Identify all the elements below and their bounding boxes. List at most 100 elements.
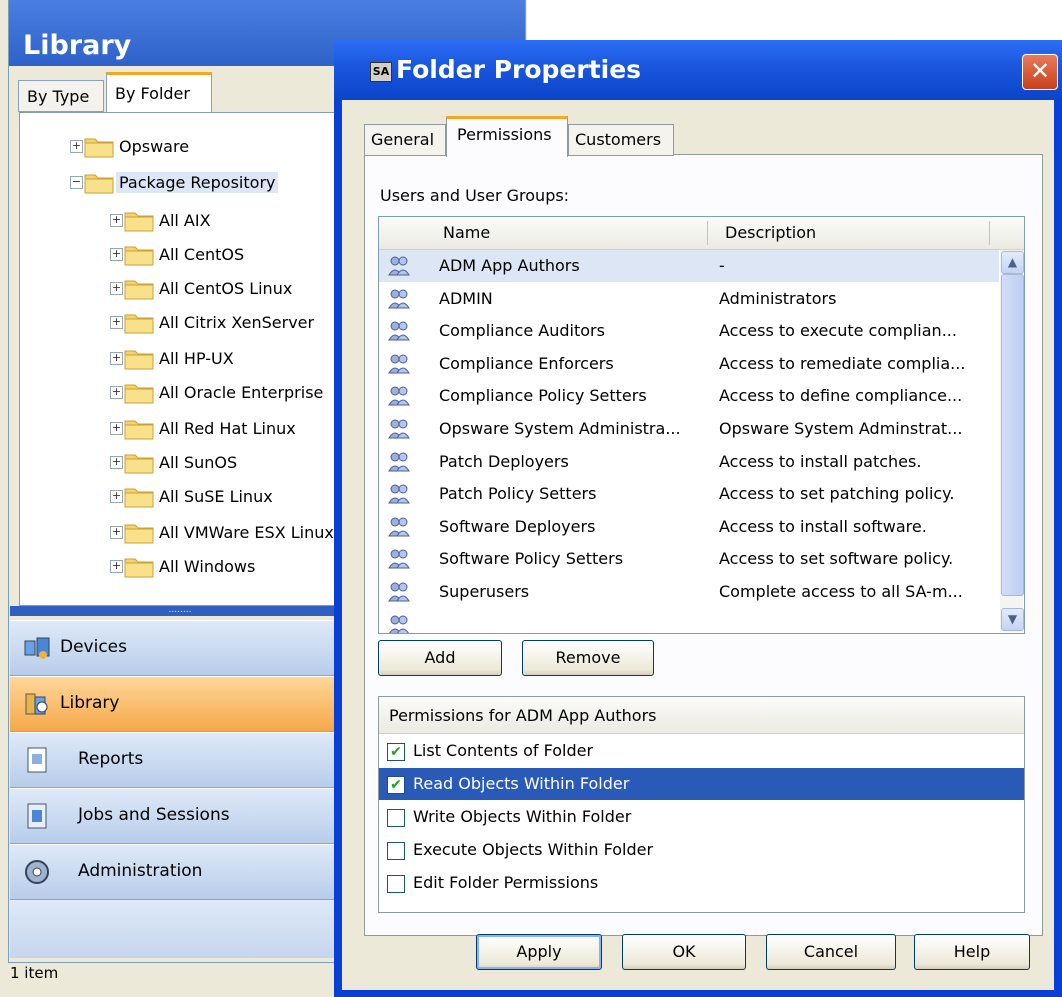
add-button[interactable]: Add (378, 640, 502, 676)
table-row[interactable]: Compliance Enforcers Access to remediate … (379, 348, 999, 380)
table-row[interactable]: Compliance Policy Setters Access to defin… (379, 380, 999, 412)
expand-icon[interactable]: + (110, 456, 123, 469)
row-name: Software Policy Setters (439, 549, 624, 569)
permissions-panel: Permissions for ADM App Authors ✔ List Co… (378, 696, 1025, 913)
expand-icon[interactable]: + (110, 248, 123, 261)
table-row[interactable]: Compliance Auditors Access to execute com… (379, 315, 999, 347)
folder-icon (84, 134, 114, 158)
expand-icon[interactable]: + (110, 214, 123, 227)
permission-row[interactable]: Execute Objects Within Folder (379, 834, 1024, 866)
cancel-button[interactable]: Cancel (766, 934, 896, 970)
table-row[interactable]: Opsware System Administra... Opsware Syst… (379, 413, 999, 445)
row-description: Access to set software policy. (719, 549, 954, 569)
folder-icon (124, 346, 154, 370)
permission-row[interactable]: Write Objects Within Folder (379, 801, 1024, 833)
tree-node-label: All Citrix XenServer (159, 313, 315, 332)
expand-icon[interactable]: + (110, 316, 123, 329)
tab-customers-label: Customers (575, 130, 662, 149)
scroll-thumb[interactable] (1001, 274, 1024, 596)
permission-checkbox[interactable] (387, 875, 405, 893)
reports-icon (22, 745, 52, 775)
administration-icon (22, 857, 52, 887)
dialog-titlebar[interactable]: SA Folder Properties ✕ (334, 40, 1062, 100)
tab-permissions[interactable]: Permissions (446, 116, 568, 157)
nav-jobs-and-sessions-button[interactable]: Jobs and Sessions (10, 788, 350, 844)
row-description: Access to define compliance... (719, 386, 963, 406)
tab-general[interactable]: General (364, 124, 446, 156)
table-row[interactable]: ADMIN Administrators (379, 283, 999, 315)
expand-icon[interactable]: + (110, 526, 123, 539)
users-table: Name Description ADM App Authors - ADMIN Ad… (378, 216, 1025, 634)
permissions-header-label: Permissions for ADM App Authors (389, 706, 657, 725)
row-name: Compliance Policy Setters (439, 386, 647, 406)
tab-customers[interactable]: Customers (568, 124, 674, 156)
tab-by-type[interactable]: By Type (18, 80, 104, 112)
permission-row[interactable]: ✔ Read Objects Within Folder (379, 768, 1024, 800)
expand-icon[interactable]: + (110, 386, 123, 399)
user-group-icon (387, 320, 411, 342)
folder-tree[interactable]: + Opsware − Package Repository + All AIX + All … (19, 112, 351, 606)
nav-administration-button[interactable]: Administration (10, 844, 350, 900)
close-button[interactable]: ✕ (1022, 54, 1058, 90)
user-group-icon (387, 451, 411, 473)
help-button[interactable]: Help (914, 934, 1030, 970)
tree-node-label: All AIX (159, 211, 211, 230)
apply-button[interactable]: Apply (476, 934, 602, 970)
column-divider[interactable] (707, 221, 708, 245)
tree-node-label: All Windows (159, 557, 256, 576)
expand-icon[interactable]: + (110, 422, 123, 435)
expand-icon[interactable]: + (110, 352, 123, 365)
folder-icon (124, 276, 154, 300)
expand-icon[interactable]: + (70, 140, 83, 153)
table-row[interactable]: Patch Policy Setters Access to set patchi… (379, 478, 999, 510)
tab-by-folder-label: By Folder (115, 84, 190, 103)
row-description: Administrators (719, 288, 837, 308)
nav-label: Administration (78, 861, 203, 881)
tree-node-label: All SuSE Linux (159, 487, 273, 506)
table-row[interactable]: ADM App Authors - (379, 250, 999, 282)
folder-icon (124, 484, 154, 508)
permission-checkbox[interactable]: ✔ (387, 776, 405, 794)
expand-icon[interactable]: + (110, 282, 123, 295)
folder-icon (124, 450, 154, 474)
library-icon (22, 689, 52, 719)
permission-checkbox[interactable]: ✔ (387, 743, 405, 761)
tree-node-label: Opsware (119, 137, 190, 156)
collapse-icon[interactable]: − (70, 176, 83, 189)
library-title: Library (23, 30, 132, 61)
expand-icon[interactable]: + (110, 560, 123, 573)
vertical-scrollbar[interactable]: ▲ ▼ (1000, 250, 1024, 632)
dialog-title: Folder Properties (396, 55, 642, 84)
remove-button[interactable]: Remove (522, 640, 654, 676)
table-row[interactable]: Software Policy Setters Access to set sof… (379, 543, 999, 575)
scroll-down-button[interactable]: ▼ (1001, 608, 1024, 631)
row-description: Complete access to all SA-m... (719, 582, 963, 601)
row-name: Compliance Enforcers (439, 353, 614, 373)
tree-node-label: All Oracle Enterprise (159, 383, 324, 402)
table-row[interactable]: Software Deployers Access to install soft… (379, 511, 999, 543)
permission-checkbox[interactable] (387, 842, 405, 860)
splitter-handle[interactable]: ........ (10, 606, 350, 616)
permission-label: Read Objects Within Folder (413, 774, 630, 793)
table-row[interactable]: Patch Deployers Access to install patches… (379, 446, 999, 478)
column-header-name[interactable]: Name (443, 223, 490, 242)
nav-library-button[interactable]: Library (10, 676, 350, 732)
nav-reports-button[interactable]: Reports (10, 732, 350, 788)
permissions-header: Permissions for ADM App Authors (379, 697, 1024, 734)
column-header-description[interactable]: Description (725, 223, 816, 242)
tab-by-folder[interactable]: By Folder (106, 72, 212, 113)
scroll-up-button[interactable]: ▲ (1001, 251, 1024, 274)
folder-properties-dialog: SA Folder Properties ✕ General Permissio… (334, 40, 1062, 997)
column-divider[interactable] (989, 221, 990, 245)
tree-node-label: All CentOS Linux (159, 279, 293, 298)
permission-row[interactable]: ✔ List Contents of Folder (379, 735, 1024, 767)
row-name: ADMIN (439, 288, 493, 308)
nav-devices-button[interactable]: Devices (10, 620, 350, 676)
expand-icon[interactable]: + (110, 490, 123, 503)
permission-row[interactable]: Edit Folder Permissions (379, 867, 1024, 899)
row-description: Access to execute complian... (719, 321, 957, 341)
chevron-up-icon: ▲ (1007, 255, 1018, 269)
table-row[interactable]: Superusers Complete access to all SA-m... (379, 576, 999, 608)
permission-checkbox[interactable] (387, 809, 405, 827)
ok-button[interactable]: OK (622, 934, 746, 970)
